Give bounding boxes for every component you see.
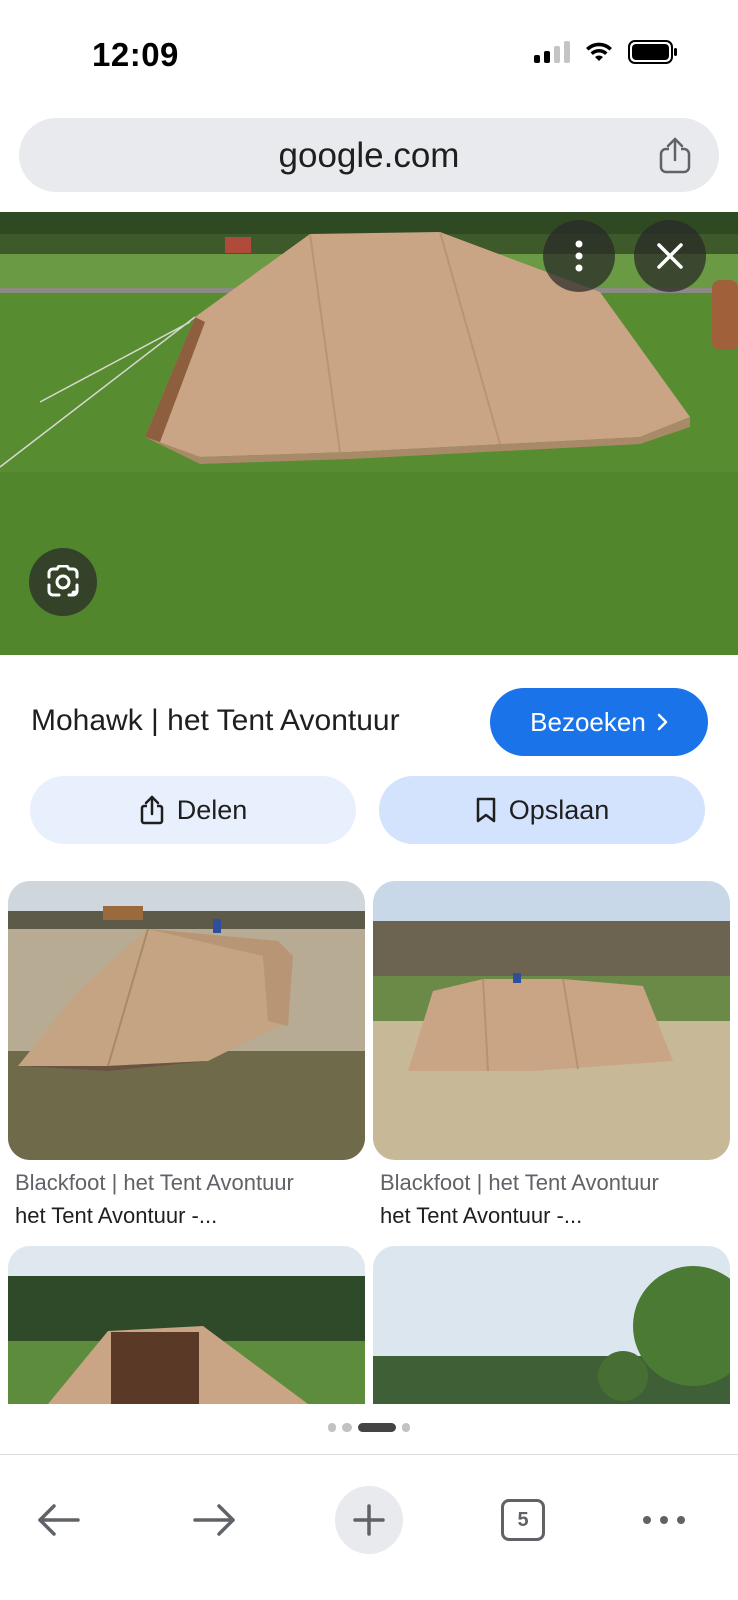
- related-description-1[interactable]: het Tent Avontuur -...: [15, 1203, 217, 1229]
- close-button[interactable]: [634, 220, 706, 292]
- wifi-icon: [586, 42, 612, 61]
- tent-photo: [8, 881, 365, 1160]
- page-indicator: [0, 1423, 738, 1432]
- bookmark-icon: [476, 797, 495, 823]
- related-image-1[interactable]: [8, 881, 365, 1160]
- chevron-right-icon: [657, 713, 668, 731]
- share-button-label: Delen: [176, 794, 248, 825]
- forward-button[interactable]: [179, 1485, 249, 1555]
- status-time: 12:09: [92, 36, 179, 73]
- cellular-signal-icon: [534, 41, 570, 63]
- share-icon: [140, 795, 163, 825]
- status-bar: 12:09: [0, 0, 738, 108]
- plus-icon: [353, 1504, 385, 1536]
- related-image-2[interactable]: [373, 881, 730, 1160]
- hero-image[interactable]: [0, 212, 738, 655]
- tab-count: 5: [517, 1508, 529, 1531]
- tent-photo: [0, 212, 738, 655]
- tabs-button[interactable]: 5: [488, 1485, 558, 1555]
- url-bar[interactable]: google.com: [19, 118, 719, 192]
- tree-photo: [373, 1246, 730, 1404]
- related-image-3[interactable]: [8, 1246, 365, 1404]
- tent-photo: [373, 881, 730, 1160]
- battery-icon: [628, 40, 677, 64]
- more-options-button[interactable]: [543, 220, 615, 292]
- visit-button-label: Bezoeken: [530, 706, 646, 737]
- more-vertical-icon: [575, 240, 583, 272]
- url-domain[interactable]: google.com: [19, 136, 719, 176]
- visit-button[interactable]: Bezoeken: [490, 688, 708, 756]
- result-header: Mohawk | het Tent Avontuur Bezoeken: [31, 688, 711, 758]
- more-menu-button[interactable]: [629, 1485, 699, 1555]
- save-button[interactable]: Opslaan: [379, 776, 705, 844]
- related-source-2[interactable]: Blackfoot | het Tent Avontuur: [380, 1170, 659, 1196]
- related-source-1[interactable]: Blackfoot | het Tent Avontuur: [15, 1170, 294, 1196]
- google-lens-button[interactable]: [29, 548, 97, 616]
- close-icon: [657, 243, 683, 269]
- bottom-toolbar: 5: [0, 1454, 738, 1600]
- tabs-icon: 5: [501, 1499, 545, 1541]
- more-horizontal-icon: [643, 1516, 685, 1524]
- tent-photo: [8, 1246, 365, 1404]
- back-button[interactable]: [24, 1485, 94, 1555]
- forward-arrow-icon: [193, 1504, 235, 1536]
- related-description-2[interactable]: het Tent Avontuur -...: [380, 1203, 582, 1229]
- save-button-label: Opslaan: [508, 794, 610, 825]
- status-icons: [534, 40, 678, 64]
- back-arrow-icon: [38, 1504, 80, 1536]
- google-lens-icon: [47, 565, 79, 597]
- related-image-4[interactable]: [373, 1246, 730, 1404]
- share-button[interactable]: Delen: [30, 776, 356, 844]
- share-icon[interactable]: [657, 136, 693, 174]
- new-tab-button[interactable]: [335, 1486, 403, 1554]
- page-title[interactable]: Mohawk | het Tent Avontuur: [31, 704, 400, 738]
